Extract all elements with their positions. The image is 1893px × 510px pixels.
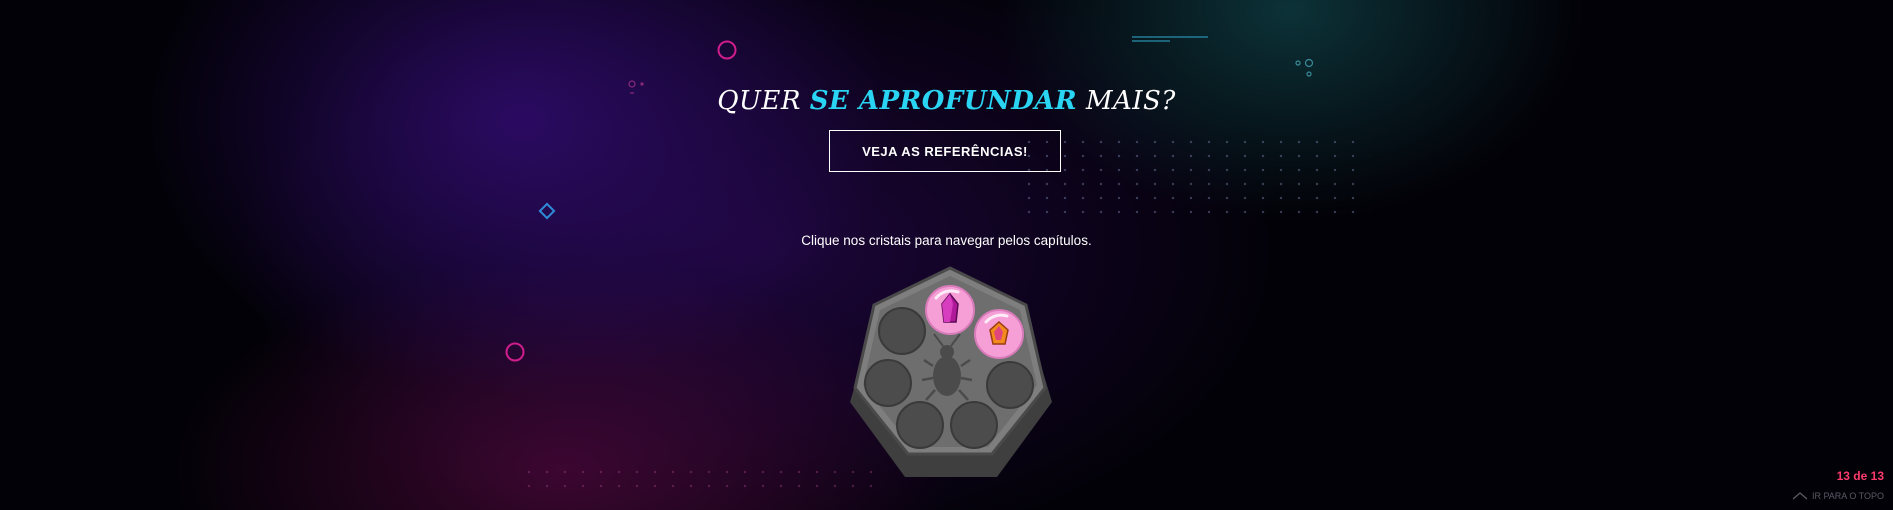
dot-grid-pattern bbox=[520, 465, 880, 495]
chapter-slot-locked bbox=[864, 359, 912, 407]
chevron-up-icon bbox=[1792, 492, 1808, 500]
chapter-crystal-1[interactable] bbox=[925, 285, 975, 335]
chapter-slot-locked bbox=[986, 361, 1034, 409]
page-headline: QUER SE APROFUNDAR MAIS? bbox=[0, 86, 1893, 116]
chapter-slot-locked bbox=[896, 401, 944, 449]
navigation-hint: Clique nos cristais para navegar pelos c… bbox=[801, 233, 1092, 248]
chapter-wheel bbox=[850, 266, 1052, 477]
diamond-decoration bbox=[538, 202, 556, 220]
headline-part-2: MAIS? bbox=[1077, 86, 1176, 116]
references-button[interactable]: VEJA AS REFERÊNCIAS! bbox=[829, 130, 1061, 172]
back-to-top-label: IR PARA O TOPO bbox=[1811, 491, 1884, 501]
ring-decoration bbox=[717, 40, 737, 60]
chapter-slot-locked bbox=[878, 307, 926, 355]
dot-grid-pattern bbox=[1020, 135, 1370, 215]
lines-decoration bbox=[1132, 36, 1208, 42]
chapter-slot-locked bbox=[950, 401, 998, 449]
headline-part-1: QUER bbox=[717, 86, 810, 116]
headline-highlight: SE APROFUNDAR bbox=[809, 86, 1078, 116]
page-counter: 13 de 13 bbox=[1836, 469, 1884, 483]
chapter-crystal-2[interactable] bbox=[974, 309, 1024, 359]
ring-decoration bbox=[505, 342, 525, 362]
back-to-top-link[interactable]: IR PARA O TOPO bbox=[1792, 491, 1884, 501]
small-dots-decoration bbox=[1295, 58, 1314, 77]
